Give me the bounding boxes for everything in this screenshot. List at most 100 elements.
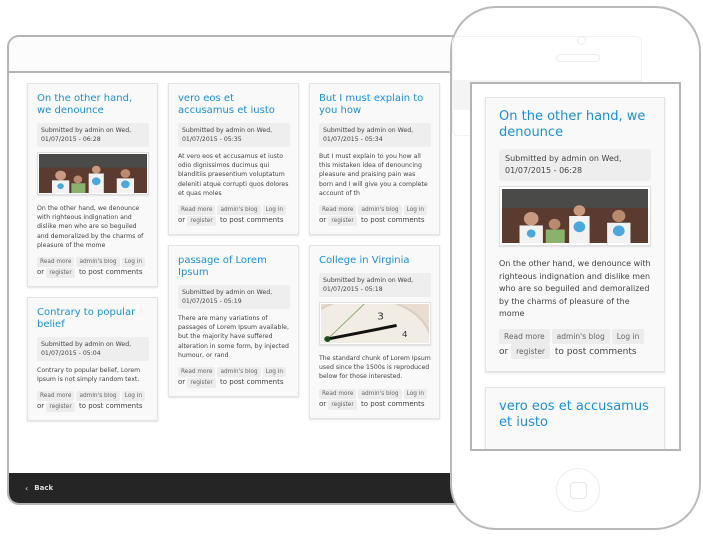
tablet-header	[9, 37, 465, 73]
register-link[interactable]: register	[46, 402, 75, 413]
svg-text:4: 4	[402, 330, 407, 339]
post-comments-text: to post comments	[361, 399, 425, 408]
post-card: vero eos et accusamus et iusto Submitted…	[168, 83, 299, 236]
chevron-left-icon[interactable]: ‹	[25, 484, 28, 493]
register-link[interactable]: register	[511, 343, 551, 359]
post-meta: Submitted by admin on Wed, 01/07/2015 - …	[178, 123, 290, 147]
post-meta: Submitted by admin on Wed, 01/07/2015 - …	[499, 149, 651, 181]
back-button[interactable]: Back	[34, 484, 53, 492]
tablet-footer: ‹ Back	[9, 473, 465, 503]
post-body: At vero eos et accusamus et iusto odio d…	[178, 153, 289, 197]
phone-screen: On the other hand, we denounce Submitted…	[470, 82, 681, 451]
read-more-link[interactable]: Read more	[499, 328, 550, 344]
post-links: Read more admin's blog Log in or register …	[178, 204, 290, 227]
post-image-group-photo	[37, 152, 149, 195]
register-link[interactable]: register	[187, 378, 216, 389]
register-link[interactable]: register	[328, 399, 357, 410]
read-more-link[interactable]: Read more	[178, 205, 216, 216]
column-2: vero eos et accusamus et iusto Submitted…	[168, 83, 299, 407]
post-links: Read more admin's blog Log in or register …	[178, 366, 290, 389]
read-more-link[interactable]: Read more	[319, 388, 357, 399]
register-link[interactable]: register	[328, 216, 357, 227]
or-text: or	[178, 378, 186, 387]
post-title[interactable]: passage of Lorem Ipsum	[178, 255, 290, 279]
post-links: Read more admin's blog Log in or register …	[37, 256, 149, 279]
clock-photo-image: 3 4	[321, 304, 429, 344]
login-link[interactable]: Log in	[121, 257, 146, 268]
post-body: The standard chunk of Lorem Ipsum used s…	[319, 355, 431, 381]
post-body: On the other hand, we denounce with righ…	[37, 205, 144, 249]
camera-icon	[577, 36, 586, 45]
post-card: On the other hand, we denounce Submitted…	[27, 83, 158, 288]
post-meta: Submitted by admin on Wed, 01/07/2015 - …	[319, 123, 431, 147]
post-comments-text: to post comments	[220, 378, 284, 387]
register-link[interactable]: register	[187, 216, 216, 227]
post-meta: Submitted by admin on Wed, 01/07/2015 - …	[37, 337, 149, 362]
blog-link[interactable]: admin's blog	[358, 205, 402, 216]
blog-link[interactable]: admin's blog	[551, 328, 610, 344]
read-more-link[interactable]: Read more	[37, 391, 75, 402]
post-card: College in Virginia Submitted by admin o…	[309, 245, 440, 419]
post-comments-text: to post comments	[79, 268, 143, 277]
post-comments-text: to post comments	[79, 402, 143, 411]
post-links: Read more admin's blog Log in or register …	[37, 390, 149, 413]
post-image-clock-photo: 3 4	[319, 302, 431, 346]
post-links: Read more admin's blog Log in or register …	[319, 204, 431, 227]
login-link[interactable]: Log in	[262, 205, 287, 216]
group-photo-image	[39, 154, 147, 193]
post-image-group-photo	[499, 186, 651, 246]
login-link[interactable]: Log in	[403, 205, 428, 216]
post-card: But I must explain to you how Submitted …	[309, 83, 440, 236]
post-meta: Submitted by admin on Wed, 01/07/2015 - …	[37, 123, 149, 147]
login-link[interactable]: Log in	[262, 367, 287, 378]
post-comments-text: to post comments	[554, 346, 637, 357]
blog-link[interactable]: admin's blog	[76, 391, 120, 402]
post-title[interactable]: On the other hand, we denounce	[37, 93, 149, 117]
login-link[interactable]: Log in	[121, 391, 146, 402]
or-text: or	[178, 216, 186, 225]
post-card: Contrary to popular belief Submitted by …	[27, 297, 158, 422]
blog-link[interactable]: admin's blog	[217, 205, 261, 216]
post-meta: Submitted by admin on Wed, 01/07/2015 - …	[178, 285, 290, 310]
group-photo-image	[502, 189, 648, 243]
post-card: passage of Lorem Ipsum Submitted by admi…	[168, 245, 299, 398]
tablet-content: On the other hand, we denounce Submitted…	[9, 75, 465, 473]
or-text: or	[37, 268, 45, 277]
post-comments-text: to post comments	[361, 216, 425, 225]
post-title[interactable]: vero eos et accusamus et iusto	[499, 399, 651, 431]
post-links: Read more admin's blog Log in or register …	[499, 328, 651, 359]
blog-link[interactable]: admin's blog	[76, 257, 120, 268]
register-link[interactable]: register	[46, 268, 75, 279]
or-text: or	[499, 346, 509, 357]
phone-content: On the other hand, we denounce Submitted…	[485, 97, 665, 449]
or-text: or	[319, 399, 327, 408]
post-body: But I must explain to you how all this m…	[319, 153, 428, 197]
post-comments-text: to post comments	[220, 216, 284, 225]
post-title[interactable]: Contrary to popular belief	[37, 307, 149, 331]
post-meta: Submitted by admin on Wed, 01/07/2015 - …	[319, 273, 431, 298]
svg-text:3: 3	[377, 311, 384, 322]
blog-link[interactable]: admin's blog	[358, 388, 402, 399]
login-link[interactable]: Log in	[611, 328, 645, 344]
post-body: Contrary to popular belief, Lorem Ipsum …	[37, 367, 141, 384]
home-button[interactable]	[556, 468, 600, 512]
post-title[interactable]: College in Virginia	[319, 255, 431, 267]
post-title[interactable]: But I must explain to you how	[319, 93, 431, 117]
or-text: or	[319, 216, 327, 225]
post-card: vero eos et accusamus et iusto	[485, 386, 665, 449]
or-text: or	[37, 402, 45, 411]
column-3: But I must explain to you how Submitted …	[309, 83, 440, 429]
read-more-link[interactable]: Read more	[319, 205, 357, 216]
post-title[interactable]: On the other hand, we denounce	[499, 109, 651, 141]
post-body: On the other hand, we denounce with righ…	[499, 259, 651, 318]
post-title[interactable]: vero eos et accusamus et iusto	[178, 93, 290, 117]
login-link[interactable]: Log in	[403, 388, 428, 399]
post-card: On the other hand, we denounce Submitted…	[485, 97, 665, 372]
column-1: On the other hand, we denounce Submitted…	[27, 83, 158, 431]
read-more-link[interactable]: Read more	[178, 367, 216, 378]
read-more-link[interactable]: Read more	[37, 257, 75, 268]
speaker-icon	[556, 54, 600, 62]
tablet-frame: On the other hand, we denounce Submitted…	[7, 35, 467, 505]
post-body: There are many variations of passages of…	[178, 315, 289, 359]
blog-link[interactable]: admin's blog	[217, 367, 261, 378]
